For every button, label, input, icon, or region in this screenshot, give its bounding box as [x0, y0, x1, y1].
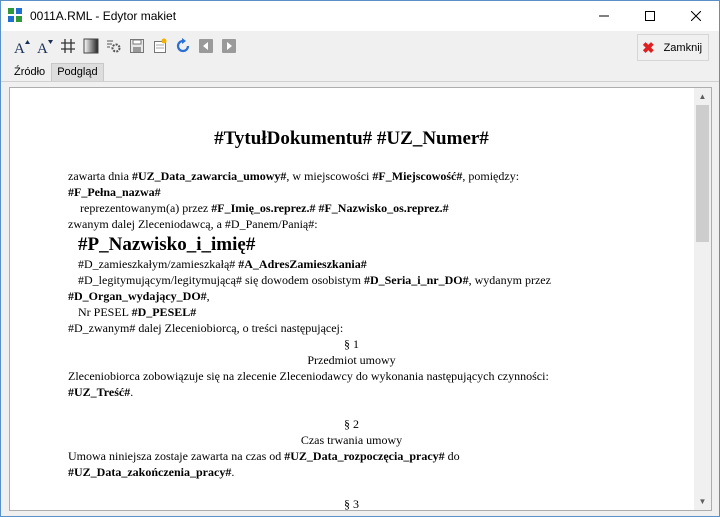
scroll-down-button[interactable]: ▼ [694, 493, 711, 510]
doc-line-1: zawarta dnia #UZ_Data_zawarcia_umowy#, w… [68, 169, 520, 183]
editor-window: 0011A.RML - Edytor makiet A A ✖ Zamknij … [0, 0, 720, 517]
settings-button[interactable] [103, 35, 125, 57]
maximize-icon [645, 11, 655, 21]
font-increase-icon: A [14, 40, 30, 55]
prev-icon [199, 39, 213, 53]
close-window-button[interactable] [673, 1, 719, 31]
doc-line-4: zwanym dalej Zleceniodawcą, a #D_Panem/P… [68, 217, 318, 231]
refresh-button[interactable] [172, 35, 194, 57]
section-2-field: #UZ_Data_zakończenia_pracy#. [68, 465, 235, 479]
font-increase-button[interactable]: A [11, 35, 33, 57]
doc-line-3: reprezentowanym(a) przez #F_Imię_os.repr… [80, 201, 449, 215]
doc-name-heading: #P_Nazwisko_i_imię# [78, 234, 256, 255]
section-2-number: § 2 [344, 417, 359, 431]
settings-icon [107, 40, 121, 53]
zamknij-label: Zamknij [663, 41, 703, 54]
title-bar: 0011A.RML - Edytor makiet [1, 1, 719, 31]
document-title: #TytułDokumentu# #UZ_Numer# [214, 128, 489, 149]
gradient-button[interactable] [80, 35, 102, 57]
svg-text:A: A [37, 41, 48, 55]
doc-line-8: #D_Organ_wydający_DO#, [68, 289, 210, 303]
section-1-text: Zleceniobiorca zobowiązuje się na zlecen… [68, 369, 549, 383]
doc-line-2: #F_Pełna_nazwa# [68, 185, 161, 199]
doc-line-10: #D_zwanym# dalej Zleceniobiorcą, o treśc… [68, 321, 344, 335]
section-3-number: § 3 [344, 497, 359, 510]
minimize-icon [599, 15, 609, 17]
doc-line-7: #D_legitymującym/legitymującą# się dowod… [78, 273, 551, 287]
section-2-title: Czas trwania umowy [300, 433, 403, 447]
prev-button[interactable] [195, 35, 217, 57]
scroll-thumb[interactable] [696, 105, 709, 242]
app-icon [8, 8, 24, 24]
refresh-icon [176, 38, 190, 53]
chevron-up-icon: ▲ [698, 92, 707, 101]
section-2-text: Umowa niniejsza zostaje zawarta na czas … [68, 449, 460, 463]
grid-button[interactable] [57, 35, 79, 57]
scroll-up-button[interactable]: ▲ [694, 88, 711, 105]
document-preview: #TytułDokumentu# #UZ_Numer# zawarta dnia… [10, 88, 693, 510]
section-1-title: Przedmiot umowy [307, 353, 396, 367]
minimize-button[interactable] [581, 1, 627, 31]
doc-line-6: #D_zamieszkałym/zamieszkałą# #A_AdresZam… [78, 257, 367, 271]
next-button[interactable] [218, 35, 240, 57]
save-button[interactable] [126, 35, 148, 57]
close-x-icon: ✖ [642, 39, 655, 57]
window-title: 0011A.RML - Edytor makiet [30, 9, 177, 23]
gradient-icon [83, 38, 99, 54]
chevron-down-icon: ▼ [698, 497, 707, 506]
section-1-number: § 1 [344, 337, 359, 351]
font-decrease-icon: A [37, 40, 53, 55]
maximize-button[interactable] [627, 1, 673, 31]
save-icon [130, 39, 144, 53]
next-icon [222, 39, 236, 53]
new-template-button[interactable] [149, 35, 171, 57]
vertical-scrollbar[interactable]: ▲ ▼ [694, 88, 711, 510]
tab-bar: Źródło Podgląd [1, 61, 719, 82]
svg-text:A: A [14, 41, 25, 55]
toolbar: A A ✖ Zamknij [1, 31, 719, 61]
section-1-field: #UZ_Treść#. [68, 385, 134, 399]
tab-podglad[interactable]: Podgląd [51, 63, 104, 81]
close-icon [691, 11, 701, 21]
grid-icon [61, 39, 75, 53]
doc-line-9: Nr PESEL #D_PESEL# [78, 305, 197, 319]
tab-zrodlo[interactable]: Źródło [9, 64, 50, 81]
zamknij-button[interactable]: ✖ Zamknij [637, 34, 709, 61]
preview-pane: #TytułDokumentu# #UZ_Numer# zawarta dnia… [9, 87, 712, 511]
new-template-icon [154, 38, 167, 53]
font-decrease-button[interactable]: A [34, 35, 56, 57]
